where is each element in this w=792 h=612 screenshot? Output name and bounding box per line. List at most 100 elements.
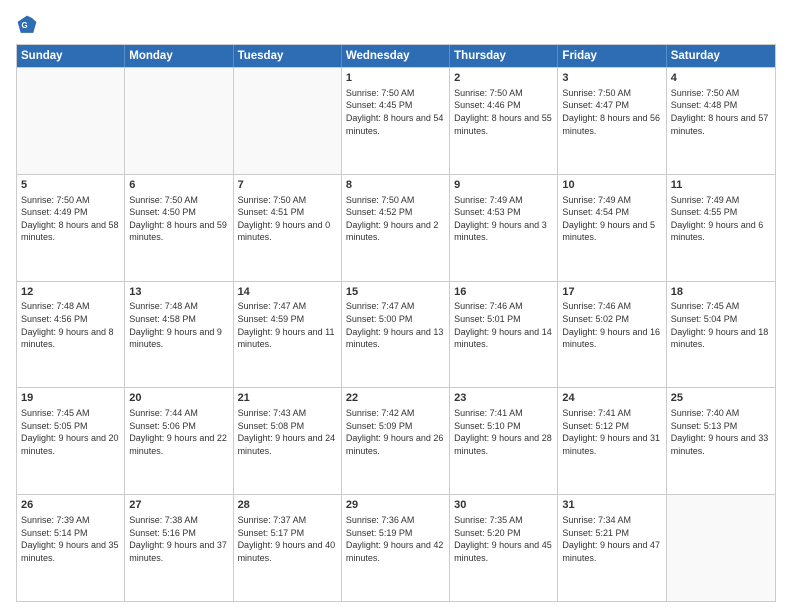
header-day-tuesday: Tuesday — [234, 45, 342, 67]
day-number: 13 — [129, 285, 228, 300]
cell-info: Daylight: 9 hours and 14 minutes. — [454, 326, 553, 351]
cal-cell: 22Sunrise: 7:42 AMSunset: 5:09 PMDayligh… — [342, 388, 450, 494]
day-number: 6 — [129, 178, 228, 193]
cell-info: Sunrise: 7:50 AM — [562, 87, 661, 100]
cal-cell: 4Sunrise: 7:50 AMSunset: 4:48 PMDaylight… — [667, 68, 775, 174]
cal-cell: 1Sunrise: 7:50 AMSunset: 4:45 PMDaylight… — [342, 68, 450, 174]
cell-info: Sunrise: 7:41 AM — [562, 407, 661, 420]
day-number: 18 — [671, 285, 771, 300]
cell-info: Sunset: 4:59 PM — [238, 313, 337, 326]
cell-info: Sunrise: 7:37 AM — [238, 514, 337, 527]
cell-info: Daylight: 8 hours and 58 minutes. — [21, 219, 120, 244]
cell-info: Sunset: 4:54 PM — [562, 206, 661, 219]
cell-info: Sunset: 4:50 PM — [129, 206, 228, 219]
cell-info: Sunset: 5:06 PM — [129, 420, 228, 433]
cell-info: Sunrise: 7:50 AM — [21, 194, 120, 207]
cal-cell: 10Sunrise: 7:49 AMSunset: 4:54 PMDayligh… — [558, 175, 666, 281]
cell-info: Daylight: 8 hours and 59 minutes. — [129, 219, 228, 244]
day-number: 4 — [671, 71, 771, 86]
week-row-3: 12Sunrise: 7:48 AMSunset: 4:56 PMDayligh… — [17, 281, 775, 388]
day-number: 10 — [562, 178, 661, 193]
cal-cell: 3Sunrise: 7:50 AMSunset: 4:47 PMDaylight… — [558, 68, 666, 174]
cal-cell: 21Sunrise: 7:43 AMSunset: 5:08 PMDayligh… — [234, 388, 342, 494]
cell-info: Sunset: 4:47 PM — [562, 99, 661, 112]
cal-cell: 26Sunrise: 7:39 AMSunset: 5:14 PMDayligh… — [17, 495, 125, 601]
cell-info: Daylight: 9 hours and 31 minutes. — [562, 432, 661, 457]
day-number: 22 — [346, 391, 445, 406]
cal-cell: 13Sunrise: 7:48 AMSunset: 4:58 PMDayligh… — [125, 282, 233, 388]
cell-info: Daylight: 9 hours and 8 minutes. — [21, 326, 120, 351]
cal-cell: 19Sunrise: 7:45 AMSunset: 5:05 PMDayligh… — [17, 388, 125, 494]
day-number: 30 — [454, 498, 553, 513]
calendar-body: 1Sunrise: 7:50 AMSunset: 4:45 PMDaylight… — [17, 67, 775, 601]
cell-info: Daylight: 9 hours and 18 minutes. — [671, 326, 771, 351]
cal-cell: 27Sunrise: 7:38 AMSunset: 5:16 PMDayligh… — [125, 495, 233, 601]
cell-info: Sunset: 5:16 PM — [129, 527, 228, 540]
day-number: 14 — [238, 285, 337, 300]
day-number: 20 — [129, 391, 228, 406]
cal-cell: 15Sunrise: 7:47 AMSunset: 5:00 PMDayligh… — [342, 282, 450, 388]
cell-info: Sunset: 4:52 PM — [346, 206, 445, 219]
header-day-monday: Monday — [125, 45, 233, 67]
cell-info: Daylight: 9 hours and 28 minutes. — [454, 432, 553, 457]
cell-info: Daylight: 8 hours and 57 minutes. — [671, 112, 771, 137]
cell-info: Sunset: 5:13 PM — [671, 420, 771, 433]
cell-info: Sunrise: 7:45 AM — [21, 407, 120, 420]
cell-info: Daylight: 9 hours and 45 minutes. — [454, 539, 553, 564]
cell-info: Sunset: 5:04 PM — [671, 313, 771, 326]
day-number: 15 — [346, 285, 445, 300]
day-number: 29 — [346, 498, 445, 513]
cell-info: Sunset: 4:58 PM — [129, 313, 228, 326]
cell-info: Sunset: 4:53 PM — [454, 206, 553, 219]
logo-icon: G — [16, 14, 38, 36]
cell-info: Sunrise: 7:43 AM — [238, 407, 337, 420]
logo: G — [16, 14, 42, 36]
header-day-thursday: Thursday — [450, 45, 558, 67]
cell-info: Sunrise: 7:36 AM — [346, 514, 445, 527]
cell-info: Sunset: 5:00 PM — [346, 313, 445, 326]
cal-cell: 8Sunrise: 7:50 AMSunset: 4:52 PMDaylight… — [342, 175, 450, 281]
cell-info: Daylight: 9 hours and 3 minutes. — [454, 219, 553, 244]
cell-info: Sunrise: 7:49 AM — [671, 194, 771, 207]
week-row-4: 19Sunrise: 7:45 AMSunset: 5:05 PMDayligh… — [17, 387, 775, 494]
day-number: 5 — [21, 178, 120, 193]
week-row-1: 1Sunrise: 7:50 AMSunset: 4:45 PMDaylight… — [17, 67, 775, 174]
cell-info: Daylight: 9 hours and 24 minutes. — [238, 432, 337, 457]
cell-info: Daylight: 9 hours and 6 minutes. — [671, 219, 771, 244]
page: G SundayMondayTuesdayWednesdayThursdayFr… — [0, 0, 792, 612]
cell-info: Sunrise: 7:39 AM — [21, 514, 120, 527]
cell-info: Sunrise: 7:45 AM — [671, 300, 771, 313]
cell-info: Daylight: 8 hours and 55 minutes. — [454, 112, 553, 137]
header-day-saturday: Saturday — [667, 45, 775, 67]
cell-info: Daylight: 8 hours and 54 minutes. — [346, 112, 445, 137]
cell-info: Sunrise: 7:47 AM — [346, 300, 445, 313]
cell-info: Daylight: 9 hours and 42 minutes. — [346, 539, 445, 564]
cell-info: Sunrise: 7:34 AM — [562, 514, 661, 527]
cell-info: Daylight: 9 hours and 2 minutes. — [346, 219, 445, 244]
header-day-wednesday: Wednesday — [342, 45, 450, 67]
cell-info: Sunset: 5:21 PM — [562, 527, 661, 540]
cal-cell: 28Sunrise: 7:37 AMSunset: 5:17 PMDayligh… — [234, 495, 342, 601]
cal-cell: 18Sunrise: 7:45 AMSunset: 5:04 PMDayligh… — [667, 282, 775, 388]
cal-cell: 9Sunrise: 7:49 AMSunset: 4:53 PMDaylight… — [450, 175, 558, 281]
header-day-friday: Friday — [558, 45, 666, 67]
week-row-5: 26Sunrise: 7:39 AMSunset: 5:14 PMDayligh… — [17, 494, 775, 601]
cell-info: Sunrise: 7:50 AM — [346, 194, 445, 207]
cell-info: Sunset: 5:17 PM — [238, 527, 337, 540]
cal-cell — [667, 495, 775, 601]
cell-info: Daylight: 9 hours and 26 minutes. — [346, 432, 445, 457]
day-number: 11 — [671, 178, 771, 193]
day-number: 19 — [21, 391, 120, 406]
day-number: 25 — [671, 391, 771, 406]
cell-info: Sunset: 4:55 PM — [671, 206, 771, 219]
day-number: 16 — [454, 285, 553, 300]
cell-info: Daylight: 8 hours and 56 minutes. — [562, 112, 661, 137]
day-number: 7 — [238, 178, 337, 193]
day-number: 1 — [346, 71, 445, 86]
cal-cell — [234, 68, 342, 174]
cal-cell: 29Sunrise: 7:36 AMSunset: 5:19 PMDayligh… — [342, 495, 450, 601]
cell-info: Sunrise: 7:42 AM — [346, 407, 445, 420]
cell-info: Sunset: 5:02 PM — [562, 313, 661, 326]
cell-info: Daylight: 9 hours and 11 minutes. — [238, 326, 337, 351]
cell-info: Sunrise: 7:50 AM — [671, 87, 771, 100]
